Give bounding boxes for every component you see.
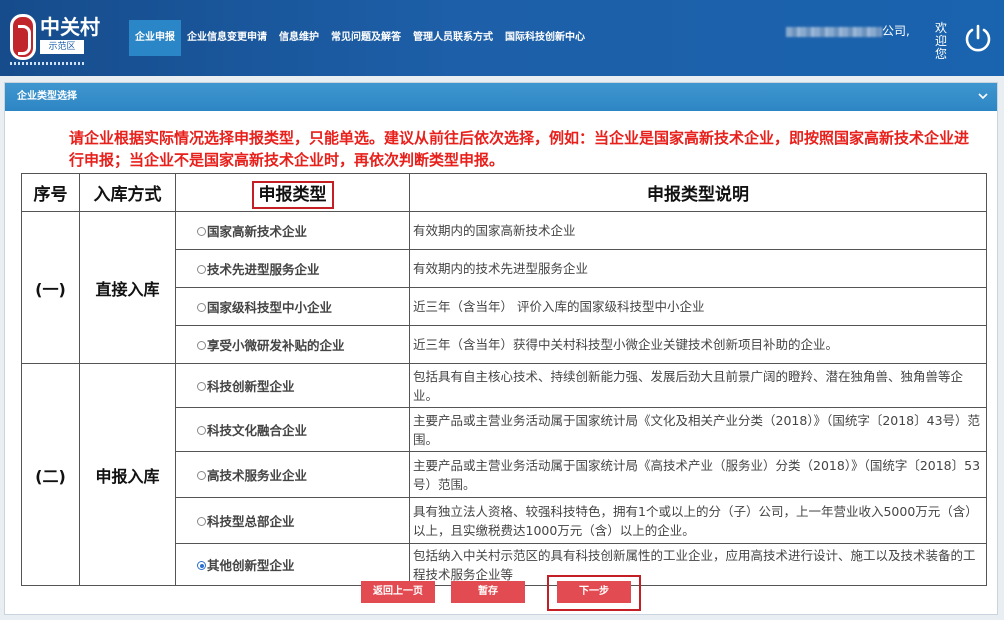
table-row: (一) 直接入库 国家高新技术企业 有效期内的国家高新技术企业 (21, 211, 987, 364)
back-button[interactable]: 返回上一页 (361, 581, 435, 603)
radio-button[interactable] (197, 426, 206, 435)
logo-text: 中关村 (40, 15, 100, 39)
option-cell[interactable]: 其他创新型企业 (175, 543, 410, 586)
radio-button[interactable] (197, 265, 206, 274)
nav-info-maintenance[interactable]: 信息维护 (273, 20, 325, 56)
option-cell[interactable]: 科技文化融合企业 (175, 407, 410, 452)
logo-sub: 示范区 (40, 40, 84, 54)
logo-decoration (10, 62, 86, 65)
panel-header[interactable]: 企业类型选择 (5, 83, 997, 111)
bottom-strip (0, 615, 1004, 620)
welcome-text: 欢迎您 (934, 21, 947, 61)
option-label: 技术先进型服务企业 (207, 262, 320, 277)
option-label: 科技文化融合企业 (207, 423, 308, 438)
option-desc: 有效期内的国家高新技术企业 (409, 211, 987, 250)
header-type-label: 申报类型 (251, 181, 334, 209)
user-company-suffix: 公司, (882, 24, 910, 38)
group-method: 申报入库 (79, 363, 176, 586)
logo[interactable]: 中关村 示范区 (10, 10, 100, 66)
user-company: 公司, (786, 22, 910, 39)
redacted-company-name (786, 26, 882, 37)
option-label: 国家高新技术企业 (207, 224, 308, 239)
nav-admin-contacts[interactable]: 管理人员联系方式 (407, 20, 499, 56)
option-cell[interactable]: 技术先进型服务企业 (175, 249, 410, 288)
radio-button[interactable] (197, 471, 206, 480)
option-desc: 包括具有自主核心技术、持续创新能力强、发展后劲大且前景广阔的瞪羚、潜在独角兽、独… (409, 363, 987, 408)
header-type: 申报类型 (175, 173, 410, 212)
panel-title: 企业类型选择 (17, 91, 77, 102)
radio-button[interactable] (197, 303, 206, 312)
group-no: (一) (21, 211, 80, 364)
option-label: 国家级科技型中小企业 (207, 300, 333, 315)
option-desc: 近三年（含当年） 评价入库的国家级科技型中小企业 (409, 287, 987, 326)
nav-enterprise-apply[interactable]: 企业申报 (129, 20, 181, 56)
radio-button[interactable] (197, 341, 206, 350)
option-desc: 主要产品或主营业务活动属于国家统计局《高技术产业（服务业）分类（2018）》（国… (409, 451, 987, 498)
option-label: 科技创新型企业 (207, 379, 295, 394)
option-desc: 主要产品或主营业务活动属于国家统计局《文化及相关产业分类（2018）》（国统字〔… (409, 407, 987, 452)
option-cell[interactable]: 科技型总部企业 (175, 497, 410, 544)
option-desc: 具有独立法人资格、较强科技特色，拥有1个或以上的分（子）公司，上一年营业收入50… (409, 497, 987, 544)
option-desc: 近三年（含当年）获得中关村科技型小微企业关键技术创新项目补助的企业。 (409, 325, 987, 364)
header-desc: 申报类型说明 (409, 173, 987, 212)
radio-button[interactable] (197, 382, 206, 391)
action-bar: 返回上一页 暂存 下一步 (5, 575, 999, 611)
notice-text: 请企业根据实际情况选择申报类型，只能单选。建议从前往后依次选择，例如：当企业是国… (69, 129, 970, 169)
option-label: 其他创新型企业 (207, 558, 295, 573)
option-label: 高技术服务业企业 (207, 468, 308, 483)
logo-mark-icon (10, 14, 36, 60)
chevron-down-icon[interactable] (977, 83, 989, 111)
header-no: 序号 (21, 173, 80, 212)
option-cell[interactable]: 国家高新技术企业 (175, 211, 410, 250)
radio-button-selected[interactable] (197, 561, 206, 570)
option-cell[interactable]: 高技术服务业企业 (175, 451, 410, 498)
main-nav: 企业申报 企业信息变更申请 信息维护 常见问题及解答 管理人员联系方式 国际科技… (129, 20, 591, 56)
option-desc: 包括纳入中关村示范区的具有科技创新属性的工业企业，应用高技术进行设计、施工以及技… (409, 543, 987, 586)
nav-info-change[interactable]: 企业信息变更申请 (181, 20, 273, 56)
option-label: 享受小微研发补贴的企业 (207, 338, 345, 353)
nav-faq[interactable]: 常见问题及解答 (325, 20, 407, 56)
header-method: 入库方式 (79, 173, 176, 212)
group-no: (二) (21, 363, 80, 586)
radio-button[interactable] (197, 517, 206, 526)
option-cell[interactable]: 国家级科技型中小企业 (175, 287, 410, 326)
next-button[interactable]: 下一步 (557, 581, 631, 603)
option-label: 科技型总部企业 (207, 514, 295, 529)
option-cell[interactable]: 科技创新型企业 (175, 363, 410, 408)
type-table: 序号 入库方式 申报类型 申报类型说明 (一) 直接入库 国家高新技术企业 有效… (21, 173, 987, 586)
option-cell[interactable]: 享受小微研发补贴的企业 (175, 325, 410, 364)
table-row: (二) 申报入库 科技创新型企业 包括具有自主核心技术、持续创新能力强、发展后劲… (21, 363, 987, 586)
save-button[interactable]: 暂存 (451, 581, 525, 603)
option-desc: 有效期内的技术先进型服务企业 (409, 249, 987, 288)
power-icon[interactable] (958, 18, 998, 58)
nav-intl-center[interactable]: 国际科技创新中心 (499, 20, 591, 56)
top-bar: 中关村 示范区 企业申报 企业信息变更申请 信息维护 常见问题及解答 管理人员联… (0, 0, 1004, 76)
radio-button[interactable] (197, 227, 206, 236)
enterprise-type-panel: 企业类型选择 请企业根据实际情况选择申报类型，只能单选。建议从前往后依次选择，例… (4, 82, 998, 615)
group-method: 直接入库 (79, 211, 176, 364)
table-header-row: 序号 入库方式 申报类型 申报类型说明 (21, 173, 987, 212)
